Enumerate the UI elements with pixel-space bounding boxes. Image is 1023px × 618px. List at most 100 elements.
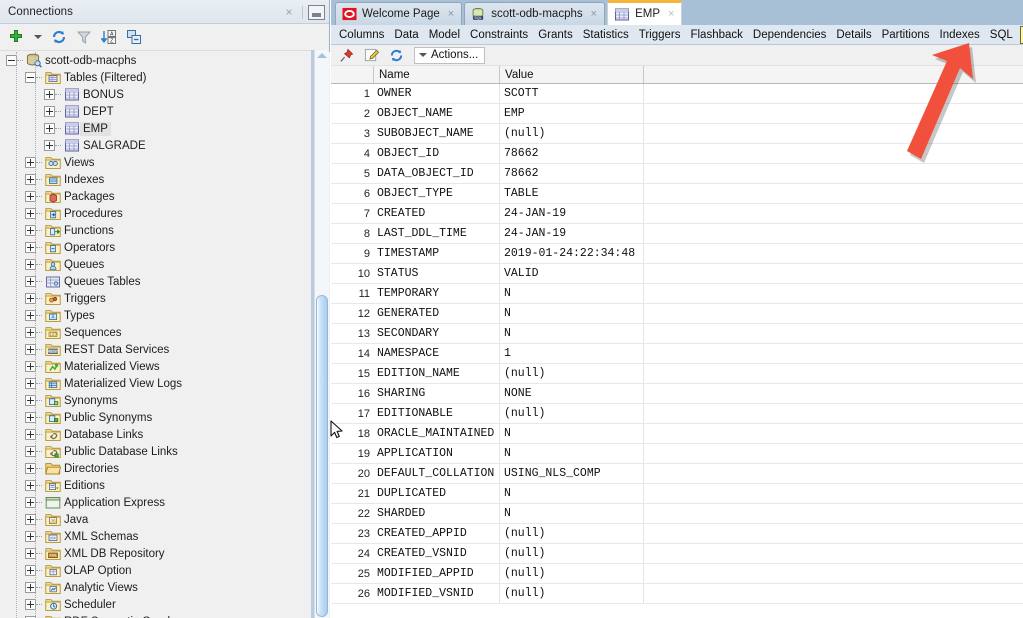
subtab[interactable]: Constraints <box>465 26 533 44</box>
subtab[interactable]: Model <box>424 26 465 44</box>
tree-node[interactable]: Materialized Views <box>0 358 312 375</box>
table-row[interactable]: 21 DUPLICATED N <box>331 484 1023 504</box>
scrollbar-thumb[interactable] <box>316 295 328 617</box>
property-value-cell[interactable]: (null) <box>500 124 644 143</box>
property-value-cell[interactable]: VALID <box>500 264 644 283</box>
table-row[interactable]: 22 SHARDED N <box>331 504 1023 524</box>
subtab[interactable]: Partitions <box>877 26 935 44</box>
tree-node[interactable]: Synonyms <box>0 392 312 409</box>
tree-node[interactable]: Queues <box>0 256 312 273</box>
expand-icon[interactable] <box>44 89 55 100</box>
tree-node[interactable]: JS Java <box>0 511 312 528</box>
tree-node[interactable]: RDF Semantic Graph <box>0 613 312 618</box>
property-value-cell[interactable]: 24-JAN-19 <box>500 204 644 223</box>
property-name-cell[interactable]: CREATED_VSNID <box>374 544 500 563</box>
subtab[interactable]: Columns <box>334 26 389 44</box>
property-name-cell[interactable]: OBJECT_ID <box>374 144 500 163</box>
expand-icon[interactable] <box>44 106 55 117</box>
table-row[interactable]: 1 OWNER SCOTT <box>331 84 1023 104</box>
column-header-name[interactable]: Name <box>374 66 500 83</box>
subtab[interactable]: SQL <box>985 26 1018 44</box>
property-name-cell[interactable]: LAST_DDL_TIME <box>374 224 500 243</box>
property-name-cell[interactable]: GENERATED <box>374 304 500 323</box>
property-name-cell[interactable]: ORACLE_MAINTAINED <box>374 424 500 443</box>
property-name-cell[interactable]: TEMPORARY <box>374 284 500 303</box>
tree-node[interactable]: Procedures <box>0 205 312 222</box>
tree-node[interactable]: BONUS <box>0 86 312 103</box>
property-value-cell[interactable]: 2019-01-24:22:34:48 <box>500 244 644 263</box>
tree-node[interactable]: A Types <box>0 307 312 324</box>
table-row[interactable]: 20 DEFAULT_COLLATION USING_NLS_COMP <box>331 464 1023 484</box>
tree-node[interactable]: Queues Tables <box>0 273 312 290</box>
property-value-cell[interactable]: 78662 <box>500 164 644 183</box>
property-name-cell[interactable]: STATUS <box>374 264 500 283</box>
tree-node[interactable]: Packages <box>0 188 312 205</box>
property-name-cell[interactable]: OBJECT_TYPE <box>374 184 500 203</box>
subtab[interactable]: Data <box>389 26 423 44</box>
table-row[interactable]: 25 MODIFIED_APPID (null) <box>331 564 1023 584</box>
property-name-cell[interactable]: SHARING <box>374 384 500 403</box>
property-value-cell[interactable]: 78662 <box>500 144 644 163</box>
table-row[interactable]: 18 ORACLE_MAINTAINED N <box>331 424 1023 444</box>
pin-icon[interactable] <box>337 46 355 64</box>
table-row[interactable]: 23 CREATED_APPID (null) <box>331 524 1023 544</box>
connections-tree-scroll-area[interactable]: scott-odb-macphs Tables (Filtered) BONUS DE… <box>0 52 330 618</box>
property-name-cell[interactable]: OWNER <box>374 84 500 103</box>
table-row[interactable]: 17 EDITIONABLE (null) <box>331 404 1023 424</box>
tree-node[interactable]: DEPT <box>0 103 312 120</box>
table-row[interactable]: 19 APPLICATION N <box>331 444 1023 464</box>
minimize-icon[interactable] <box>308 4 325 20</box>
expand-icon[interactable] <box>44 140 55 151</box>
close-icon[interactable]: × <box>448 8 454 20</box>
actions-button[interactable]: Actions... <box>414 46 486 64</box>
expand-icon[interactable] <box>44 123 55 134</box>
subtab[interactable]: Indexes <box>935 26 985 44</box>
property-name-cell[interactable]: EDITIONABLE <box>374 404 500 423</box>
table-row[interactable]: 6 OBJECT_TYPE TABLE <box>331 184 1023 204</box>
tree-node[interactable]: SALGRADE <box>0 137 312 154</box>
refresh-icon[interactable] <box>49 27 69 47</box>
table-row[interactable]: 7 CREATED 24-JAN-19 <box>331 204 1023 224</box>
property-name-cell[interactable]: DEFAULT_COLLATION <box>374 464 500 483</box>
tree-node[interactable]: Database Links <box>0 426 312 443</box>
property-name-cell[interactable]: OBJECT_NAME <box>374 104 500 123</box>
tree-node[interactable]: Functions <box>0 222 312 239</box>
column-header-value[interactable]: Value <box>500 66 644 83</box>
property-value-cell[interactable]: 1 <box>500 344 644 363</box>
refresh-icon[interactable] <box>387 46 405 64</box>
table-row[interactable]: 2 OBJECT_NAME EMP <box>331 104 1023 124</box>
property-value-cell[interactable]: SCOTT <box>500 84 644 103</box>
document-tab[interactable]: Welcome Page × <box>335 2 463 25</box>
property-value-cell[interactable]: (null) <box>500 584 644 603</box>
subtab[interactable]: Dependencies <box>748 26 832 44</box>
property-value-cell[interactable]: NONE <box>500 384 644 403</box>
document-tab[interactable]: SQL scott-odb-macphs × <box>464 2 606 25</box>
table-row[interactable]: 26 MODIFIED_VSNID (null) <box>331 584 1023 604</box>
property-value-cell[interactable]: USING_NLS_COMP <box>500 464 644 483</box>
table-row[interactable]: 14 NAMESPACE 1 <box>331 344 1023 364</box>
property-value-cell[interactable]: (null) <box>500 564 644 583</box>
tree-node[interactable]: Analytic Views <box>0 579 312 596</box>
subtab[interactable]: Triggers <box>634 26 686 44</box>
table-row[interactable]: 15 EDITION_NAME (null) <box>331 364 1023 384</box>
sort-az-icon[interactable]: A Z <box>99 27 119 47</box>
property-value-cell[interactable]: N <box>500 424 644 443</box>
property-name-cell[interactable]: DATA_OBJECT_ID <box>374 164 500 183</box>
property-name-cell[interactable]: MODIFIED_APPID <box>374 564 500 583</box>
property-name-cell[interactable]: EDITION_NAME <box>374 364 500 383</box>
property-name-cell[interactable]: CREATED_APPID <box>374 524 500 543</box>
collapse-all-icon[interactable] <box>124 27 144 47</box>
close-icon[interactable]: × <box>281 4 297 20</box>
tree-node[interactable]: Indexes <box>0 171 312 188</box>
property-name-cell[interactable]: TIMESTAMP <box>374 244 500 263</box>
table-row[interactable]: 8 LAST_DDL_TIME 24-JAN-19 <box>331 224 1023 244</box>
tree-node[interactable]: Public Synonyms <box>0 409 312 426</box>
tree-node[interactable]: Materialized View Logs <box>0 375 312 392</box>
property-value-cell[interactable]: (null) <box>500 524 644 543</box>
subtab[interactable]: Grants <box>533 26 578 44</box>
new-connection-dropdown-icon[interactable] <box>31 27 44 47</box>
table-row[interactable]: 13 SECONDARY N <box>331 324 1023 344</box>
filter-icon[interactable] <box>74 27 94 47</box>
tree-node[interactable]: Editions <box>0 477 312 494</box>
table-row[interactable]: 4 OBJECT_ID 78662 <box>331 144 1023 164</box>
